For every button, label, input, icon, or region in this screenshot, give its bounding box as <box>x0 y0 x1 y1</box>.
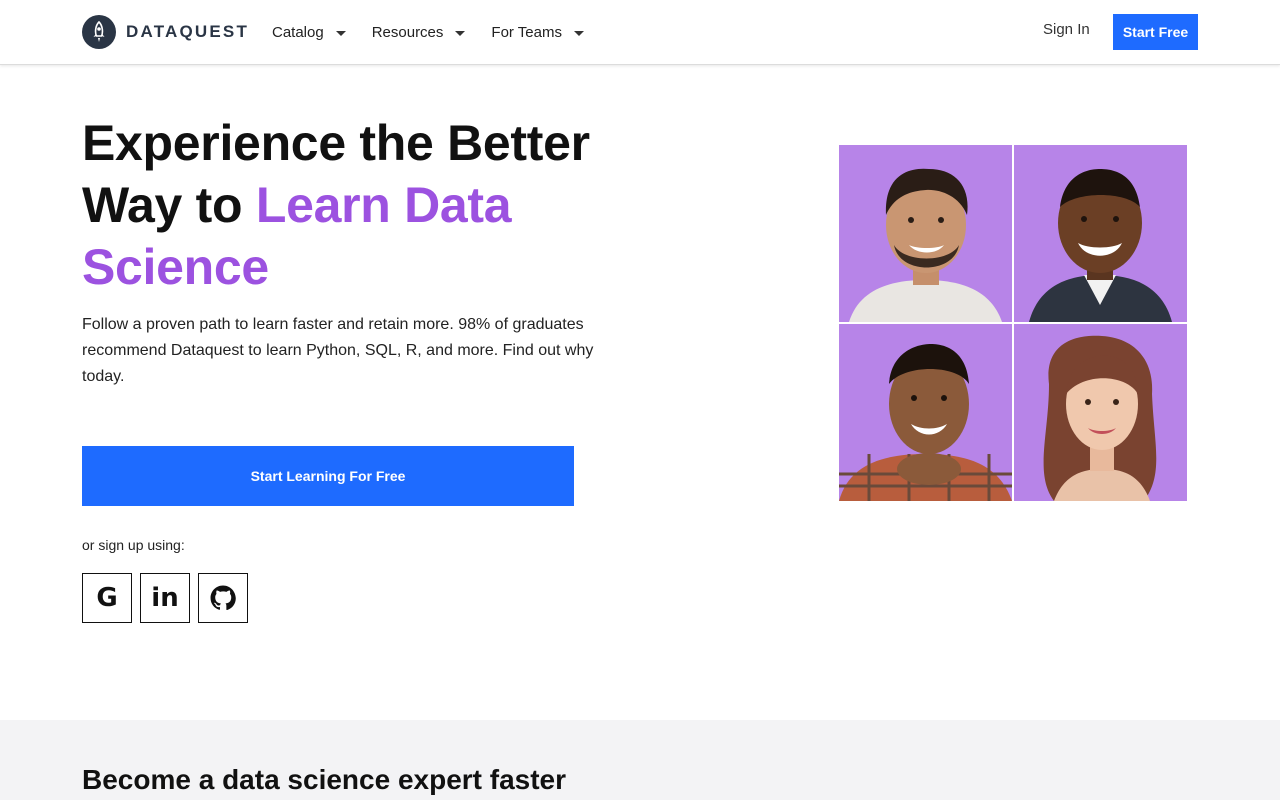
main-nav: Catalog Resources For Teams <box>272 0 610 64</box>
caret-down-icon <box>335 30 346 36</box>
learner-photo-grid <box>839 145 1187 501</box>
linkedin-icon: in <box>151 583 179 613</box>
social-signup-group: G in <box>82 573 256 623</box>
caret-down-icon <box>573 30 584 36</box>
learner-photo <box>839 324 1012 501</box>
nav-item-label: Resources <box>371 23 444 41</box>
hero-title-line2: Way to <box>82 177 256 233</box>
nav-item-label: For Teams <box>491 23 562 41</box>
rocket-icon <box>82 15 116 49</box>
learner-photo <box>839 145 1012 322</box>
hero-title-line1: Experience the Better <box>82 115 590 171</box>
learner-photo <box>1014 324 1187 501</box>
hero-subtitle: Follow a proven path to learn faster and… <box>82 316 594 385</box>
site-header: DATAQUEST Catalog Resources For Teams Si… <box>0 0 1280 65</box>
hero-title: Experience the Better Way to Learn Data … <box>82 112 682 298</box>
features-section-title: Become a data science expert faster <box>82 764 567 795</box>
dataquest-logo[interactable]: DATAQUEST <box>82 15 249 49</box>
nav-item-catalog[interactable]: Catalog <box>272 24 346 41</box>
nav-item-label: Catalog <box>272 23 324 41</box>
google-signup-button[interactable]: G <box>82 573 132 623</box>
start-learning-button[interactable]: Start Learning For Free <box>82 446 574 506</box>
caret-down-icon <box>455 30 466 36</box>
logo-text: DATAQUEST <box>126 22 250 41</box>
nav-item-resources[interactable]: Resources <box>372 24 466 41</box>
sign-in-link[interactable]: Sign In <box>1043 21 1090 38</box>
google-icon: G <box>96 583 118 613</box>
learner-photo <box>1014 145 1187 322</box>
start-free-button[interactable]: Start Free <box>1113 14 1198 50</box>
or-sign-up-label: or sign up using: <box>82 537 185 553</box>
github-icon <box>210 585 236 611</box>
linkedin-signup-button[interactable]: in <box>140 573 190 623</box>
nav-item-for-teams[interactable]: For Teams <box>491 24 584 41</box>
github-signup-button[interactable] <box>198 573 248 623</box>
